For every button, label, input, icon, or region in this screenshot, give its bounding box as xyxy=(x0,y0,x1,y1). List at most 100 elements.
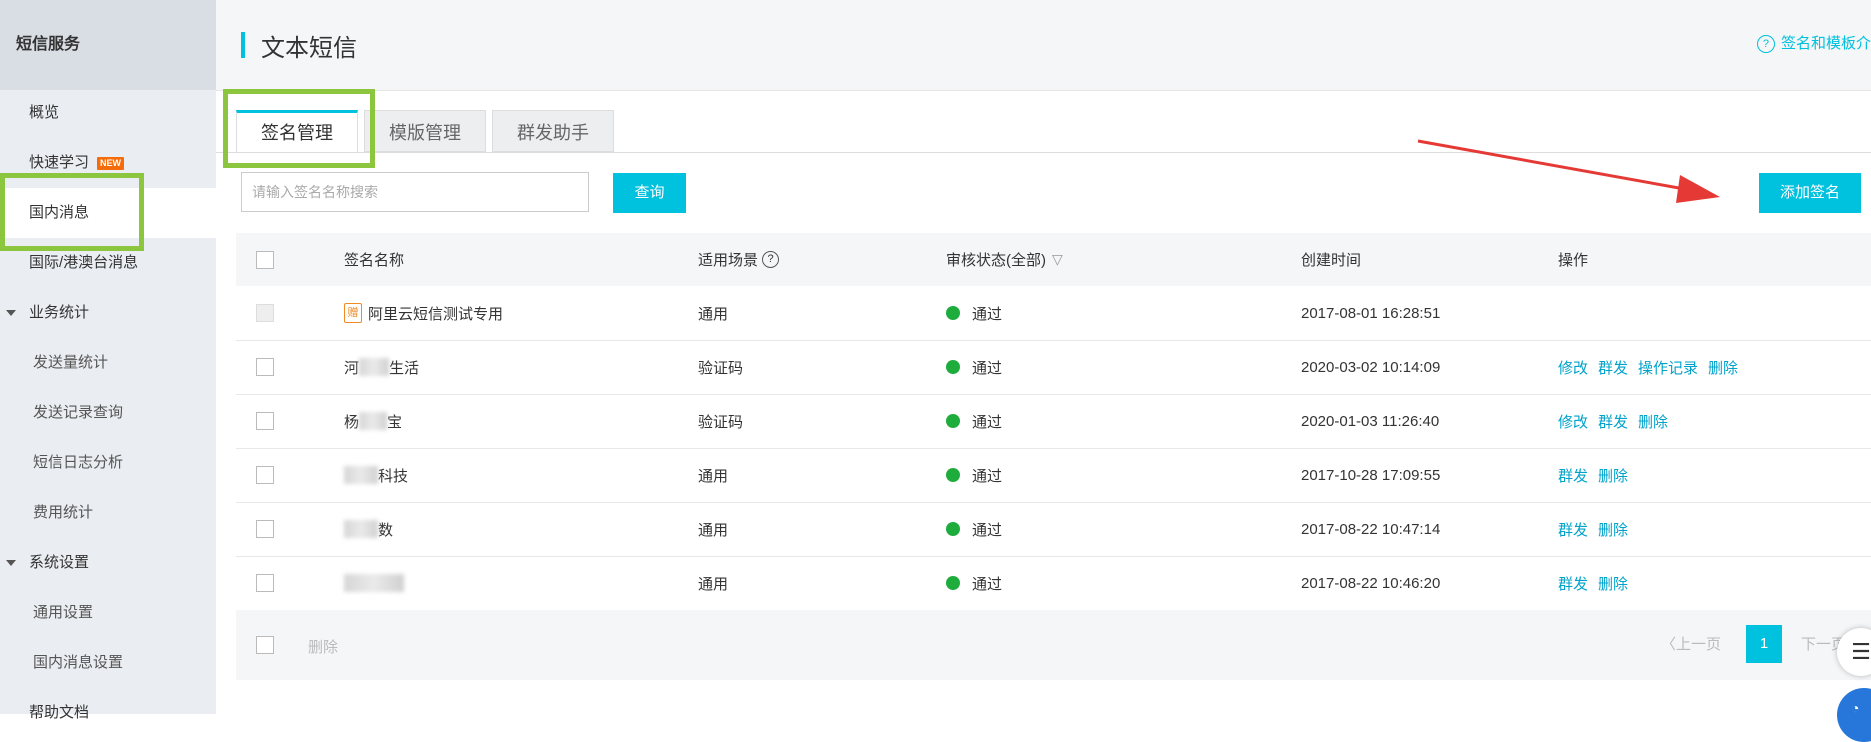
status-ok-icon xyxy=(946,468,960,482)
status-ok-icon xyxy=(946,576,960,590)
table-header: 签名名称 适用场景? 审核状态(全部) ▽ 创建时间 操作 xyxy=(236,233,1871,286)
bulk-send-link[interactable]: 群发 xyxy=(1558,465,1588,486)
bulk-delete-button[interactable]: 删除 xyxy=(308,636,338,657)
filter-icon[interactable]: ▽ xyxy=(1052,251,1063,268)
table-row: 赠阿里云短信测试专用 通用 通过 2017-08-01 16:28:51 xyxy=(236,286,1871,341)
tab-bulk-send[interactable]: 群发助手 xyxy=(492,110,614,152)
search-input[interactable] xyxy=(241,172,589,212)
prev-page-label: 上一页 xyxy=(1676,636,1722,653)
new-badge: NEW xyxy=(97,156,125,170)
sidebar-item-send-volume[interactable]: 发送量统计 xyxy=(0,338,216,388)
bulk-send-link[interactable]: 群发 xyxy=(1598,357,1628,378)
row-checkbox[interactable] xyxy=(256,412,274,430)
table-row: 通用 通过 2017-08-22 10:46:20 群发 删除 xyxy=(236,556,1871,611)
sidebar-item-overview[interactable]: 概览 xyxy=(0,88,216,138)
row-checkbox[interactable] xyxy=(256,466,274,484)
row-scene: 通用 xyxy=(698,305,729,323)
sidebar-item-label: 业务统计 xyxy=(29,304,90,321)
delete-link[interactable]: 删除 xyxy=(1598,465,1628,486)
row-created: 2017-08-01 16:28:51 xyxy=(1301,304,1441,322)
row-checkbox[interactable] xyxy=(256,358,274,376)
row-status: 通过 xyxy=(946,394,1002,448)
sidebar-item-label: 国内消息 xyxy=(29,204,90,221)
sidebar-item-label: 短信日志分析 xyxy=(33,454,124,471)
sidebar-item-send-records[interactable]: 发送记录查询 xyxy=(0,388,216,438)
delete-link[interactable]: 删除 xyxy=(1638,411,1668,432)
row-checkbox-cell xyxy=(256,448,274,502)
row-status-text: 通过 xyxy=(972,521,1003,539)
select-all-checkbox[interactable] xyxy=(256,250,274,269)
tab-templates[interactable]: 模版管理 xyxy=(364,110,486,152)
row-name-text: 阿里云短信测试专用 xyxy=(368,305,504,323)
bulk-send-link[interactable]: 群发 xyxy=(1598,411,1628,432)
row-checkbox[interactable] xyxy=(256,520,274,538)
sidebar-item-label: 帮助文档 xyxy=(29,704,90,721)
sidebar-item-quick-learn[interactable]: 快速学习 NEW xyxy=(0,138,216,188)
sidebar-item-domestic[interactable]: 国内消息 xyxy=(0,188,216,238)
redacted-text xyxy=(344,520,378,538)
footer-select-all-checkbox[interactable] xyxy=(256,636,274,654)
row-name-prefix: 杨 xyxy=(344,413,360,431)
row-name-suffix: 宝 xyxy=(387,413,403,431)
select-all-cell xyxy=(256,233,274,286)
question-icon[interactable]: ? xyxy=(762,251,780,268)
row-name: 数 xyxy=(344,502,393,556)
caret-down-icon xyxy=(6,560,16,566)
delete-link[interactable]: 删除 xyxy=(1598,573,1628,594)
sidebar-item-general-settings[interactable]: 通用设置 xyxy=(0,588,216,638)
table-row: 科技 通用 通过 2017-10-28 17:09:55 群发 删除 xyxy=(236,448,1871,503)
sidebar-item-international[interactable]: 国际/港澳台消息 xyxy=(0,238,216,288)
header-scene-label: 适用场景 xyxy=(698,252,759,269)
sidebar-item-label: 费用统计 xyxy=(33,504,94,521)
row-checkbox-cell xyxy=(256,286,274,340)
add-signature-button[interactable]: 添加签名 xyxy=(1759,173,1861,213)
row-checkbox[interactable] xyxy=(256,574,274,592)
sidebar: 短信服务 概览 快速学习 NEW 国内消息 国际/港澳台消息 业务统计 发送量统计… xyxy=(0,0,216,721)
sidebar-group-stats[interactable]: 业务统计 xyxy=(0,288,216,338)
header-scene: 适用场景? xyxy=(698,233,780,286)
sidebar-item-label: 国际/港澳台消息 xyxy=(29,254,139,271)
row-ops: 群发 删除 xyxy=(1558,448,1638,502)
row-name-suffix: 数 xyxy=(378,521,394,539)
page-header: 文本短信 ? 签名和模板介 xyxy=(216,0,1871,91)
row-ops: 修改 群发 删除 xyxy=(1558,394,1678,448)
sidebar-item-log-analysis[interactable]: 短信日志分析 xyxy=(0,438,216,488)
row-ops: 群发 删除 xyxy=(1558,502,1638,556)
support-icon[interactable]: ◔ xyxy=(1837,688,1871,742)
row-status-text: 通过 xyxy=(972,575,1003,593)
sidebar-item-domestic-settings[interactable]: 国内消息设置 xyxy=(0,638,216,688)
row-created: 2017-08-22 10:46:20 xyxy=(1301,574,1441,592)
row-checkbox-cell xyxy=(256,556,274,610)
page-number-current[interactable]: 1 xyxy=(1746,625,1782,663)
delete-link[interactable]: 删除 xyxy=(1598,519,1628,540)
row-status: 通过 xyxy=(946,286,1002,340)
bulk-send-link[interactable]: 群发 xyxy=(1558,573,1588,594)
history-link[interactable]: 操作记录 xyxy=(1638,357,1698,378)
delete-link[interactable]: 删除 xyxy=(1708,357,1738,378)
row-created: 2020-01-03 11:26:40 xyxy=(1301,412,1440,430)
annotation-arrow xyxy=(1417,139,1720,203)
edit-link[interactable]: 修改 xyxy=(1558,357,1588,378)
sidebar-item-label: 快速学习 xyxy=(29,154,90,171)
row-ops: 群发 删除 xyxy=(1558,556,1638,610)
bulk-send-link[interactable]: 群发 xyxy=(1558,519,1588,540)
search-button[interactable]: 查询 xyxy=(613,173,686,213)
row-ops: 修改 群发 操作记录 删除 xyxy=(1558,340,1748,394)
tab-label: 群发助手 xyxy=(517,123,589,143)
row-name: 杨宝 xyxy=(344,394,402,448)
row-created: 2017-08-22 10:47:14 xyxy=(1301,520,1441,538)
prev-page-button[interactable]: 〈上一页 xyxy=(1661,626,1721,664)
edit-link[interactable]: 修改 xyxy=(1558,411,1588,432)
tab-label: 签名管理 xyxy=(261,123,333,143)
row-status-text: 通过 xyxy=(972,467,1003,485)
row-status: 通过 xyxy=(946,448,1002,502)
sidebar-item-help-docs[interactable]: 帮助文档 xyxy=(0,688,216,738)
table-footer: 删除 〈上一页 1 下一页 xyxy=(236,610,1871,680)
redacted-text xyxy=(359,358,390,376)
row-status: 通过 xyxy=(946,340,1002,394)
help-link[interactable]: ? 签名和模板介 xyxy=(1756,32,1871,53)
sidebar-item-cost-stats[interactable]: 费用统计 xyxy=(0,488,216,538)
tab-signatures[interactable]: 签名管理 xyxy=(236,110,358,153)
header-created: 创建时间 xyxy=(1301,252,1362,269)
sidebar-group-settings[interactable]: 系统设置 xyxy=(0,538,216,588)
